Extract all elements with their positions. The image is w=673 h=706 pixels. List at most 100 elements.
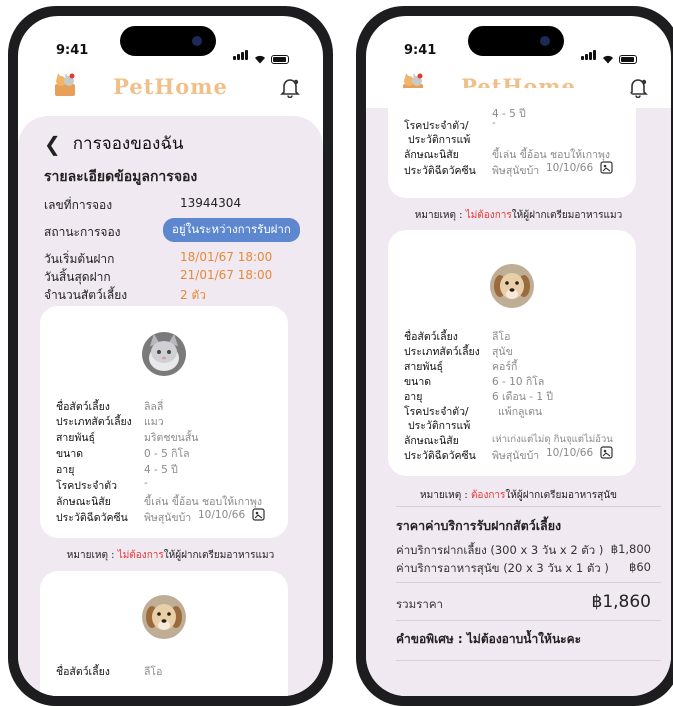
battery-icon bbox=[271, 55, 289, 64]
pet-size-label: ขนาด bbox=[56, 448, 84, 460]
pet-trait-value: ขี้เล่น ขี้อ้อน ชอบให้เกาพุง bbox=[492, 149, 611, 161]
total-amount: ฿1,860 bbox=[591, 592, 651, 612]
dog-food-note: หมายเหตุ : ต้องการให้ผู้ฝากเตรียมอาหารสุ… bbox=[366, 488, 671, 503]
pet-trait-value: ขี้เล่น ขี้อ้อน ชอบให้เกาพุง bbox=[144, 496, 263, 508]
pet-breed-label: สายพันธุ์ bbox=[56, 432, 95, 444]
notification-bell-icon[interactable] bbox=[279, 76, 301, 98]
pet-vaccine-date: 10/10/66 bbox=[546, 447, 594, 459]
total-label: รวมราคา bbox=[396, 597, 443, 611]
price-row-label: ค่าบริการฝากเลี้ยง (300 x 3 วัน x 2 ตัว … bbox=[396, 543, 604, 557]
pet-age-value: 4 - 5 ปี bbox=[144, 464, 178, 476]
vaccine-document-icon[interactable] bbox=[600, 161, 613, 174]
pet-vaccine-label: ประวัติฉีดวัคซีน bbox=[56, 512, 128, 524]
pet-disease-value: - bbox=[492, 117, 496, 129]
start-date-label: วันเริ่มต้นฝาก bbox=[44, 252, 115, 266]
signal-icon bbox=[581, 45, 597, 64]
dog-avatar bbox=[490, 264, 534, 308]
phone-frame-right: 9:41 PetHome 4 - 5 ปี โรคประจำตัว/ - ประ… bbox=[356, 6, 673, 706]
pet-card-cat-tail: 4 - 5 ปี โรคประจำตัว/ - ประวัติการแพ้ ลั… bbox=[388, 88, 636, 198]
pet-vaccine-date: 10/10/66 bbox=[546, 162, 594, 174]
back-chevron-icon[interactable]: ❮ bbox=[44, 132, 61, 156]
pet-vaccine-label: ประวัติฉีดวัคซีน bbox=[404, 165, 476, 177]
status-badge: อยู่ในระหว่างการรับฝาก bbox=[163, 218, 300, 242]
battery-icon bbox=[619, 55, 637, 64]
note-highlight: ไม่ต้องการ bbox=[117, 550, 164, 561]
pet-card-dog: ชื่อสัตว์เลี้ยง ลีโอ bbox=[40, 571, 288, 696]
vaccine-document-icon[interactable] bbox=[600, 446, 613, 459]
pet-disease-value: - bbox=[144, 477, 148, 489]
pet-trait-label: ลักษณะนิสัย bbox=[56, 496, 111, 508]
app-header: PetHome bbox=[18, 66, 323, 106]
pet-trait-label: ลักษณะนิสัย bbox=[404, 149, 459, 161]
brand-logo: PetHome bbox=[113, 74, 228, 99]
screen-left: 9:41 PetHome ❮ การจองของฉัน รายละเอียดข้… bbox=[18, 16, 323, 696]
price-row-amount: ฿60 bbox=[629, 560, 651, 574]
pet-trait-value: เห่าเก่งแต่ไม่ดุ กินจุแต่ไม่อ้วน bbox=[492, 434, 613, 445]
section-title: รายละเอียดข้อมูลการจอง bbox=[44, 169, 198, 185]
price-row-amount: ฿1,800 bbox=[610, 542, 651, 556]
booking-no-value: 13944304 bbox=[180, 196, 242, 210]
booking-detail-panel-scrolled: 4 - 5 ปี โรคประจำตัว/ - ประวัติการแพ้ ลั… bbox=[366, 88, 671, 696]
system-icons bbox=[233, 45, 289, 64]
start-date-value: 18/01/67 18:00 bbox=[180, 250, 273, 264]
end-date-value: 21/01/67 18:00 bbox=[180, 268, 273, 282]
end-date-label: วันสิ้นสุดฝาก bbox=[44, 270, 111, 284]
pet-vaccine-label: ประวัติฉีดวัคซีน bbox=[404, 450, 476, 462]
note-highlight: ไม่ต้องการ bbox=[465, 210, 512, 221]
pet-name-label: ชื่อสัตว์เลี้ยง bbox=[56, 666, 110, 678]
booking-no-label: เลขที่การจอง bbox=[44, 198, 113, 212]
pet-vaccine-value: พิษสุนัขบ้า bbox=[492, 450, 540, 462]
divider bbox=[396, 506, 661, 507]
divider bbox=[396, 660, 661, 661]
note-prefix: หมายเหตุ : bbox=[66, 550, 118, 561]
pet-count-value: 2 ตัว bbox=[180, 288, 206, 302]
pet-type-value: แมว bbox=[144, 416, 164, 428]
note-suffix: ให้ผู้ฝากเตรียมอาหารแมว bbox=[511, 210, 623, 221]
screen-right: 9:41 PetHome 4 - 5 ปี โรคประจำตัว/ - ประ… bbox=[366, 16, 671, 696]
price-row-food: ค่าบริการอาหารสุนัข (20 x 3 วัน x 1 ตัว … bbox=[396, 560, 651, 578]
phone-frame-left: 9:41 PetHome ❮ การจองของฉัน รายละเอียดข้… bbox=[8, 6, 333, 706]
dynamic-island bbox=[120, 26, 216, 56]
pet-disease-label: โรคประจำตัว bbox=[56, 480, 118, 492]
pet-card-dog: ชื่อสัตว์เลี้ยง ลีโอ ประเภทสัตว์เลี้ยง ส… bbox=[388, 230, 636, 476]
cat-food-note: หมายเหตุ : ไม่ต้องการให้ผู้ฝากเตรียมอาหา… bbox=[366, 208, 671, 223]
pet-size-value: 0 - 5 กิโล bbox=[144, 448, 190, 460]
status-bar: 9:41 bbox=[366, 16, 671, 64]
pet-breed-value: มริตชขนสั้น bbox=[144, 432, 199, 444]
pet-count-label: จำนวนสัตว์เลี้ยง bbox=[44, 288, 128, 302]
price-row-label: ค่าบริการอาหารสุนัข (20 x 3 วัน x 1 ตัว … bbox=[396, 561, 609, 575]
note-prefix: หมายเหตุ : bbox=[420, 490, 471, 501]
page-title: การจองของฉัน bbox=[72, 134, 184, 154]
vaccine-document-icon[interactable] bbox=[252, 508, 265, 521]
system-icons bbox=[581, 45, 637, 64]
booking-detail-panel: ❮ การจองของฉัน รายละเอียดข้อมูลการจอง เล… bbox=[18, 116, 323, 696]
status-time: 9:41 bbox=[56, 43, 89, 58]
pet-vaccine-value: พิษสุนัขบ้า bbox=[492, 165, 540, 177]
dynamic-island bbox=[468, 26, 564, 56]
note-prefix: หมายเหตุ : bbox=[414, 210, 466, 221]
wifi-icon bbox=[603, 55, 613, 64]
pet-age-label: อายุ bbox=[56, 464, 75, 476]
pet-age-value: 4 - 5 ปี bbox=[492, 108, 526, 120]
pet-vaccine-value: พิษสุนัขบ้า bbox=[144, 512, 192, 524]
special-request: คำขอพิเศษ : ไม่ต้องอาบน้ำให้นะคะ bbox=[396, 632, 582, 646]
wifi-icon bbox=[255, 55, 265, 64]
divider bbox=[396, 620, 661, 621]
pet-type-label: ประเภทสัตว์เลี้ยง bbox=[56, 416, 132, 428]
pet-card-cat: ชื่อสัตว์เลี้ยง ลิลลี่ ประเภทสัตว์เลี้ยง… bbox=[40, 306, 288, 538]
note-suffix: ให้ผู้ฝากเตรียมอาหารสุนัข bbox=[505, 490, 617, 501]
dog-avatar bbox=[142, 595, 186, 639]
divider bbox=[396, 582, 661, 583]
cat-food-note: หมายเหตุ : ไม่ต้องการให้ผู้ฝากเตรียมอาหา… bbox=[18, 548, 323, 563]
pricing-title: ราคาค่าบริการรับฝากสัตว์เลี้ยง bbox=[396, 518, 562, 533]
status-bar: 9:41 bbox=[18, 16, 323, 64]
pet-disease-value: แพ้กลูเตน bbox=[498, 406, 543, 418]
signal-icon bbox=[233, 45, 249, 64]
note-suffix: ให้ผู้ฝากเตรียมอาหารแมว bbox=[163, 550, 275, 561]
status-label: สถานะการจอง bbox=[44, 225, 121, 239]
pet-name-value: ลีโอ bbox=[144, 666, 163, 678]
note-highlight: ต้องการ bbox=[470, 490, 506, 501]
status-time: 9:41 bbox=[404, 43, 437, 58]
cat-avatar bbox=[142, 332, 186, 376]
price-row-boarding: ค่าบริการฝากเลี้ยง (300 x 3 วัน x 2 ตัว … bbox=[396, 542, 651, 560]
